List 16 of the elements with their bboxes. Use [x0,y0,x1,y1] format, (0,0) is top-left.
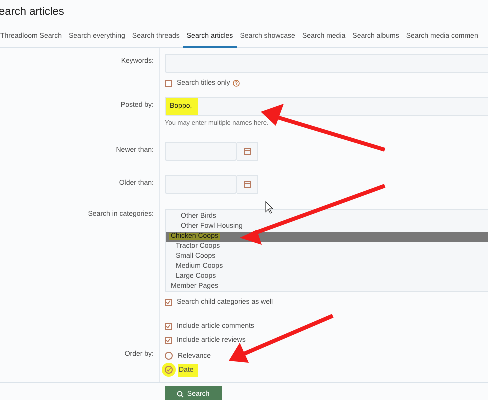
checkbox[interactable] [165,322,172,330]
search-icon [177,390,184,398]
date-field[interactable] [165,175,237,194]
radio-button[interactable] [165,366,173,374]
calendar-button[interactable] [237,175,258,194]
cursor-icon [266,201,274,214]
checkbox[interactable] [165,336,172,344]
checkbox[interactable] [165,80,172,86]
help-icon[interactable] [233,80,240,86]
radio-button[interactable] [165,352,173,360]
calendar-icon [244,148,250,155]
calendar-icon [244,181,250,188]
checkbox[interactable] [165,298,172,306]
keywords-field[interactable] [165,54,488,73]
calendar-button[interactable] [237,142,258,161]
date-field[interactable] [165,142,237,161]
